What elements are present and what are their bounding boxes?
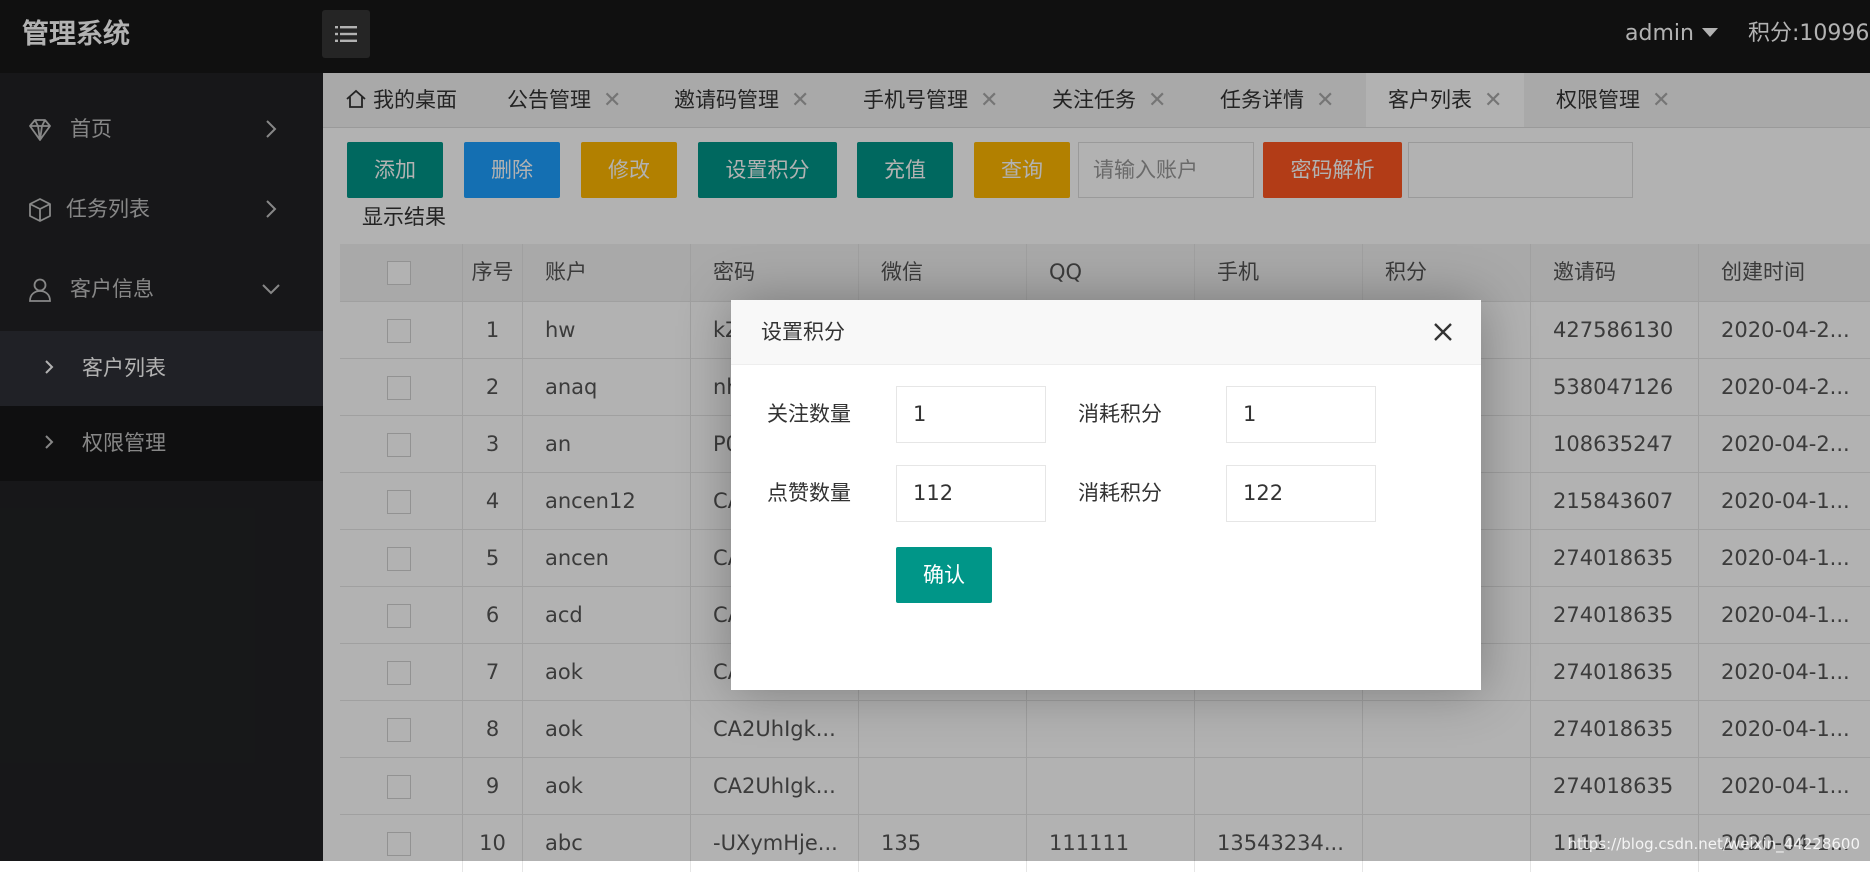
follow-cost-label: 消耗积分 — [1078, 402, 1162, 426]
confirm-button[interactable]: 确认 — [896, 547, 992, 603]
like-count-input[interactable]: 112 — [896, 465, 1046, 522]
follow-count-label: 关注数量 — [767, 402, 851, 426]
follow-cost-input[interactable]: 1 — [1226, 386, 1376, 443]
follow-count-input[interactable]: 1 — [896, 386, 1046, 443]
like-count-label: 点赞数量 — [767, 481, 851, 505]
like-cost-label: 消耗积分 — [1078, 481, 1162, 505]
set-points-dialog: 设置积分 关注数量 1 消耗积分 1 点赞数量 112 消耗积分 122 确认 — [731, 300, 1481, 690]
like-cost-input[interactable]: 122 — [1226, 465, 1376, 522]
dialog-title: 设置积分 — [761, 320, 845, 344]
watermark-text: https://blog.csdn.net/weixin_44228600 — [1567, 835, 1860, 853]
dialog-header: 设置积分 — [731, 300, 1481, 365]
close-icon[interactable] — [1431, 320, 1455, 344]
